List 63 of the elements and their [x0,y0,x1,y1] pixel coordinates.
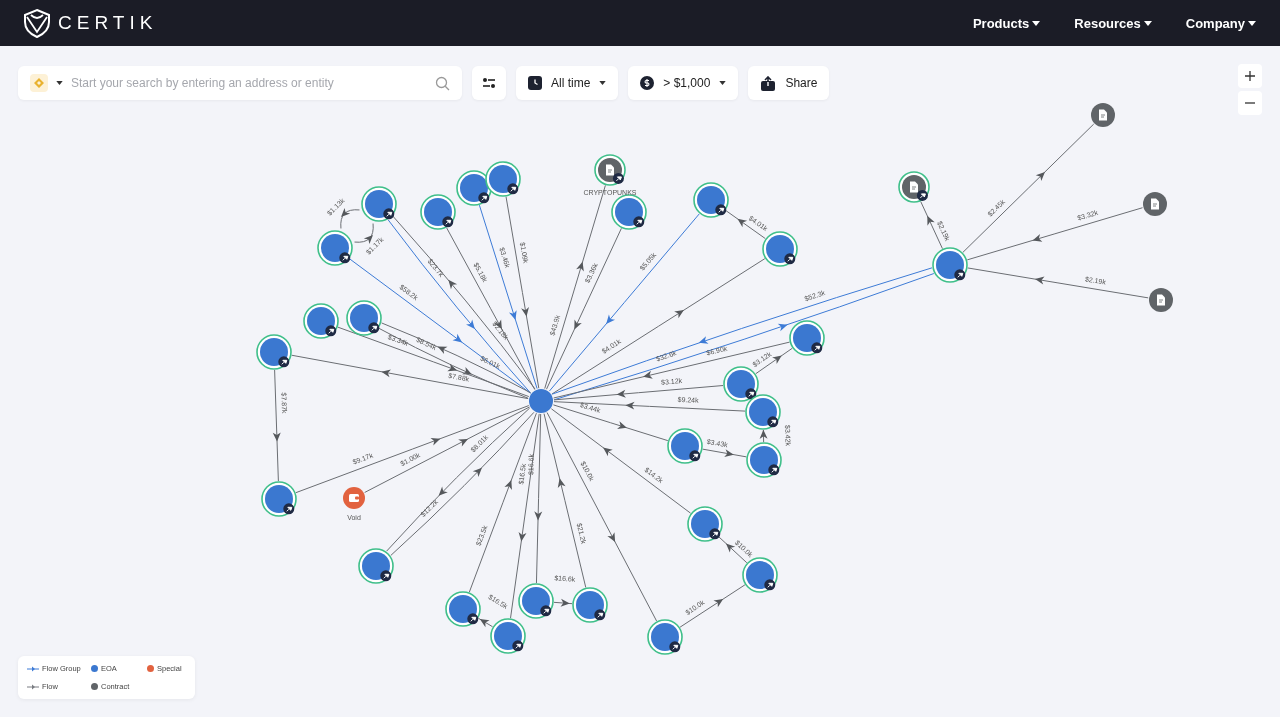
amount-filter-dropdown[interactable]: > $1,000 [628,66,739,100]
caret-icon [1032,20,1041,26]
eoa-node[interactable] [742,557,778,593]
eoa-node[interactable] [303,303,339,339]
search-field[interactable]: Start your search by entering an address or entity [71,76,427,90]
eoa-node[interactable] [529,389,553,413]
contract-node[interactable] [1149,288,1173,312]
eoa-node[interactable] [667,428,703,464]
nav-menu-link[interactable]: Company [1185,15,1256,31]
shield-logo-icon[interactable] [22,8,52,38]
nav-menu-link[interactable]: Products [972,15,1041,31]
sliders-icon [482,77,496,89]
eoa-node[interactable] [723,366,759,402]
contract-node[interactable] [898,171,930,203]
eoa-node[interactable] [611,194,647,230]
eoa-node[interactable] [762,231,798,267]
eoa-node[interactable] [789,320,825,356]
time-filter-dropdown[interactable]: All time [516,66,619,100]
share-icon [760,75,777,91]
caret-icon [599,81,607,85]
eoa-node[interactable] [687,506,723,542]
clock-icon [528,76,542,90]
eoa-node[interactable] [261,481,297,517]
logo-text[interactable]: CERTIK [58,12,158,34]
eoa-node[interactable] [256,334,292,370]
search-icon[interactable] [435,75,450,91]
eoa-node[interactable] [317,230,353,266]
nav-menu-link[interactable]: Resources [1074,15,1152,31]
chain-selector[interactable] [30,74,63,92]
flow-arrow [477,617,494,628]
eoa-node[interactable] [572,587,608,623]
dollar-icon [640,76,655,90]
eoa-node[interactable] [746,442,782,478]
eoa-node[interactable] [361,186,397,222]
chain-icon [30,74,48,92]
caret-icon [56,81,63,85]
contract-node[interactable] [594,154,626,186]
caret-icon [1143,20,1152,26]
eoa-node[interactable] [358,548,394,584]
share-button[interactable]: Share [748,66,830,100]
eoa-node[interactable] [420,194,456,230]
eoa-node[interactable] [745,394,781,430]
plus-icon [1245,71,1255,81]
special-node[interactable] [343,487,365,509]
caret-icon [1248,20,1256,26]
zoom-out-button[interactable] [1238,91,1262,115]
eoa-node[interactable] [693,182,729,218]
zoom-in-button[interactable] [1238,64,1262,88]
search-bar[interactable]: Start your search by entering an address or entity [18,66,462,100]
flow-arrow [702,448,747,458]
contract-node[interactable] [1143,192,1167,216]
eoa-node[interactable] [490,618,526,654]
contract-node[interactable] [1091,103,1115,127]
eoa-node[interactable] [445,591,481,627]
eoa-node[interactable] [485,161,521,197]
filter-button[interactable] [472,66,506,100]
eoa-node[interactable] [647,619,683,655]
flow-arrow [725,209,766,240]
flow-arrow [679,584,746,628]
caret-icon [719,81,727,85]
eoa-node[interactable] [518,583,554,619]
eoa-node[interactable] [932,247,968,283]
eoa-node[interactable] [346,300,382,336]
